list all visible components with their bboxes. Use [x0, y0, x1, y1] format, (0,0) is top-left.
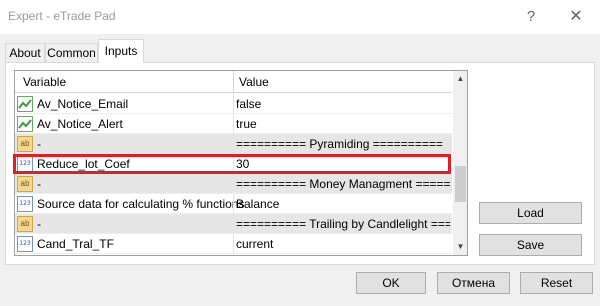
save-button[interactable]: Save [479, 234, 582, 256]
cell-divider [233, 134, 234, 154]
cell-divider [233, 94, 234, 114]
load-button[interactable]: Load [479, 202, 582, 224]
grid-row[interactable]: 123 Cand_Tral_TF current [15, 234, 452, 254]
grid-row[interactable]: ab - ========== Trailing by Candlelight ==… [15, 214, 452, 234]
variable-name: - [37, 137, 41, 151]
ab-string-icon: ab [17, 176, 33, 192]
variable-value[interactable]: false [236, 97, 450, 111]
row-divider [15, 253, 452, 254]
tab-common[interactable]: Common [45, 43, 98, 63]
scroll-down-icon[interactable]: ▼ [453, 239, 467, 255]
cell-divider [233, 234, 234, 254]
variable-name: - [37, 217, 41, 231]
grid-row[interactable]: Av_Notice_Email false [15, 94, 452, 114]
cell-divider [233, 174, 234, 194]
grid-row[interactable]: Av_Notice_Alert true [15, 114, 452, 134]
variable-value[interactable]: true [236, 117, 450, 131]
numeric-123-icon: 123 [17, 236, 33, 252]
highlight-box [13, 154, 451, 174]
variable-name: Source data for calculating % functions [37, 197, 245, 211]
variable-name: Cand_Tral_TF [37, 237, 114, 251]
help-icon[interactable]: ? [516, 5, 546, 29]
title-bar: Expert - eTrade Pad ? ✕ [0, 0, 600, 34]
scroll-up-icon[interactable]: ▲ [453, 71, 467, 87]
ab-string-icon: ab [17, 136, 33, 152]
variable-name: Av_Notice_Email [37, 97, 129, 111]
window-title: Expert - eTrade Pad [8, 9, 116, 23]
reset-button[interactable]: Reset [520, 272, 593, 294]
grid-row[interactable]: ab - ========== Money Managment ======== [15, 174, 452, 194]
variable-value[interactable]: ========== Trailing by Candlelight ===== [236, 217, 450, 231]
column-header-variable[interactable]: Variable [23, 75, 66, 89]
grid-row[interactable]: 123 Source data for calculating % functio… [15, 194, 452, 214]
tab-inputs[interactable]: Inputs [98, 39, 144, 63]
variable-value[interactable]: ========== Pyramiding ========== [236, 137, 450, 151]
ab-string-icon: ab [17, 216, 33, 232]
tab-about[interactable]: About [5, 43, 45, 63]
cell-divider [233, 194, 234, 214]
variable-value[interactable]: Balance [236, 197, 450, 211]
cell-divider [233, 214, 234, 234]
grid-row[interactable]: ab - ========== Pyramiding ========== [15, 134, 452, 154]
variable-value[interactable]: ========== Money Managment ======== [236, 177, 450, 191]
column-header-value[interactable]: Value [239, 75, 269, 89]
variable-name: - [37, 177, 41, 191]
grid-header: Variable Value [15, 71, 452, 93]
column-divider[interactable] [233, 71, 234, 93]
variable-value[interactable]: current [236, 237, 450, 251]
scroll-thumb[interactable] [455, 166, 466, 202]
vertical-scrollbar[interactable]: ▲ ▼ [453, 71, 467, 255]
cell-divider [233, 114, 234, 134]
variable-name: Av_Notice_Alert [37, 117, 123, 131]
green-chart-icon [17, 116, 33, 132]
numeric-123-icon: 123 [17, 196, 33, 212]
green-chart-icon [17, 96, 33, 112]
ok-button[interactable]: OK [356, 272, 426, 294]
cancel-button[interactable]: Отмена [437, 272, 510, 294]
close-icon[interactable]: ✕ [561, 5, 591, 29]
